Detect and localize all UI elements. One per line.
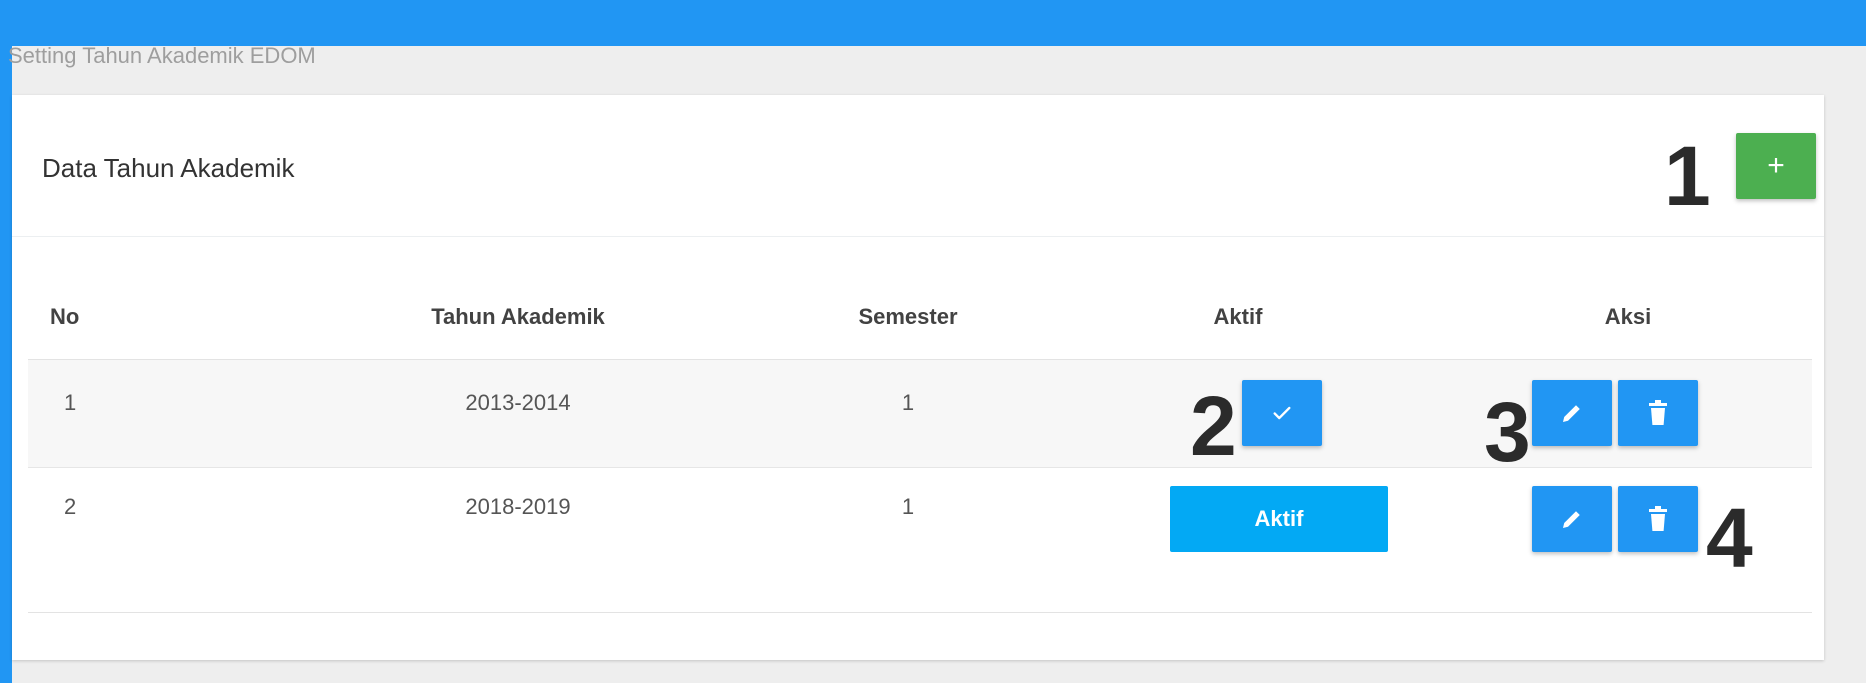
cell-semester: 1: [901, 390, 915, 415]
delete-button[interactable]: [1618, 486, 1698, 552]
card-title: Data Tahun Akademik: [42, 153, 295, 183]
trash-icon: [1647, 400, 1669, 426]
table-header-row: No Tahun Akademik Semester Aktif Aksi: [28, 268, 1812, 360]
table-row: 1 2013-2014 1: [28, 360, 1812, 468]
header-no: No: [50, 304, 80, 329]
check-icon: [1271, 402, 1293, 424]
cell-semester: 1: [901, 494, 915, 519]
add-academic-year-button[interactable]: +: [1736, 133, 1816, 199]
table-row: 2 2018-2019 1 Aktif: [28, 468, 1812, 613]
edit-button[interactable]: [1532, 486, 1612, 552]
cell-tahun-akademik: 2013-2014: [465, 390, 571, 415]
top-app-bar: [0, 0, 1866, 46]
card-header: Data Tahun Akademik +: [12, 95, 1824, 237]
left-sidebar-edge: [0, 0, 12, 683]
annotation-marker-2: 2: [1190, 379, 1237, 473]
header-aksi: Aksi: [1604, 304, 1652, 329]
breadcrumb: Setting Tahun Akademik EDOM: [8, 43, 316, 68]
delete-button[interactable]: [1618, 380, 1698, 446]
edit-button[interactable]: [1532, 380, 1612, 446]
cell-no: 1: [64, 390, 77, 415]
aktif-status-button[interactable]: Aktif: [1170, 486, 1388, 552]
pencil-icon: [1560, 401, 1584, 425]
annotation-marker-1: 1: [1664, 129, 1711, 223]
pencil-icon: [1560, 507, 1584, 531]
cell-tahun-akademik: 2018-2019: [465, 494, 571, 519]
annotation-marker-3: 3: [1484, 385, 1531, 479]
trash-icon: [1647, 506, 1669, 532]
header-semester: Semester: [858, 304, 958, 329]
annotation-marker-4: 4: [1706, 491, 1753, 585]
header-tahun-akademik: Tahun Akademik: [431, 304, 605, 329]
activate-button[interactable]: [1242, 380, 1322, 446]
header-aktif: Aktif: [1213, 304, 1263, 329]
cell-no: 2: [64, 494, 77, 519]
